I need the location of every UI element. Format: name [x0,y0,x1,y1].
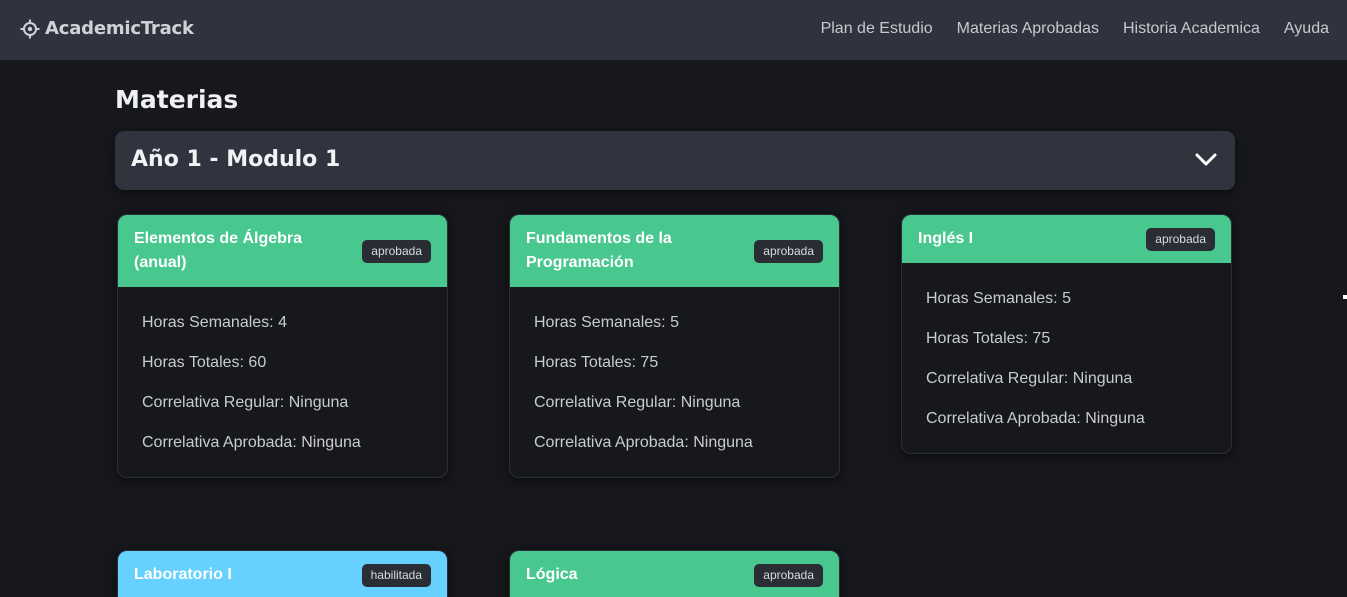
nav-link-materias-aprobadas[interactable]: Materias Aprobadas [957,20,1099,38]
correlativa-regular: Correlativa Regular: Ninguna [534,394,741,411]
nav-link-ayuda[interactable]: Ayuda [1284,20,1329,38]
subject-card[interactable]: Lógica aprobada [509,550,840,597]
card-body: Horas Semanales: 5 Horas Totales: 75 Cor… [510,287,839,477]
card-body: Horas Semanales: 4 Horas Totales: 60 Cor… [118,287,447,477]
nav-links: Plan de Estudio Materias Aprobadas Histo… [797,20,1329,38]
horas-semanales: Horas Semanales: 5 [926,290,1071,307]
status-badge: habilitada [361,563,431,587]
page-title: Materias [115,85,239,114]
horas-totales: Horas Totales: 60 [142,354,267,371]
chevron-down-icon[interactable] [1194,152,1218,168]
status-badge: aprobada [754,239,823,263]
subject-card[interactable]: Inglés I aprobada Horas Semanales: 5 Hor… [901,214,1232,454]
correlativa-regular: Correlativa Regular: Ninguna [142,394,349,411]
card-header: Laboratorio I habilitada [118,551,447,597]
accordion-title: Año 1 - Modulo 1 [131,147,341,172]
status-badge: aprobada [754,563,823,587]
brand[interactable]: AcademicTrack [20,18,194,39]
accordion-header[interactable]: Año 1 - Modulo 1 [115,131,1235,190]
card-header: Fundamentos de la Programación aprobada [510,215,839,287]
status-badge: aprobada [1146,227,1215,251]
subject-name: Lógica [526,566,578,583]
card-header: Inglés I aprobada [902,215,1231,263]
subject-name: Inglés I [918,230,974,247]
crosshair-icon [20,19,40,38]
subject-name: Fundamentos de la Programación [526,230,672,271]
card-header: Elementos de Álgebra (anual) aprobada [118,215,447,287]
subject-card[interactable]: Fundamentos de la Programación aprobada … [509,214,840,478]
horas-semanales: Horas Semanales: 5 [534,314,679,331]
subject-card[interactable]: Elementos de Álgebra (anual) aprobada Ho… [117,214,448,478]
card-header: Lógica aprobada [510,551,839,597]
nav-link-historia-academica[interactable]: Historia Academica [1123,20,1260,38]
correlativa-regular: Correlativa Regular: Ninguna [926,370,1133,387]
navbar: AcademicTrack Plan de Estudio Materias A… [0,0,1347,60]
edge-marker [1343,295,1347,299]
correlativa-aprobada: Correlativa Aprobada: Ninguna [534,434,753,451]
subject-card[interactable]: Laboratorio I habilitada [117,550,448,597]
horas-totales: Horas Totales: 75 [534,354,659,371]
horas-semanales: Horas Semanales: 4 [142,314,287,331]
correlativa-aprobada: Correlativa Aprobada: Ninguna [926,410,1145,427]
correlativa-aprobada: Correlativa Aprobada: Ninguna [142,434,361,451]
card-body: Horas Semanales: 5 Horas Totales: 75 Cor… [902,263,1231,453]
horas-totales: Horas Totales: 75 [926,330,1051,347]
subject-name: Elementos de Álgebra (anual) [134,230,303,271]
nav-link-plan-de-estudio[interactable]: Plan de Estudio [821,20,933,38]
subject-name: Laboratorio I [134,566,232,583]
brand-name: AcademicTrack [45,18,194,39]
status-badge: aprobada [362,239,431,263]
